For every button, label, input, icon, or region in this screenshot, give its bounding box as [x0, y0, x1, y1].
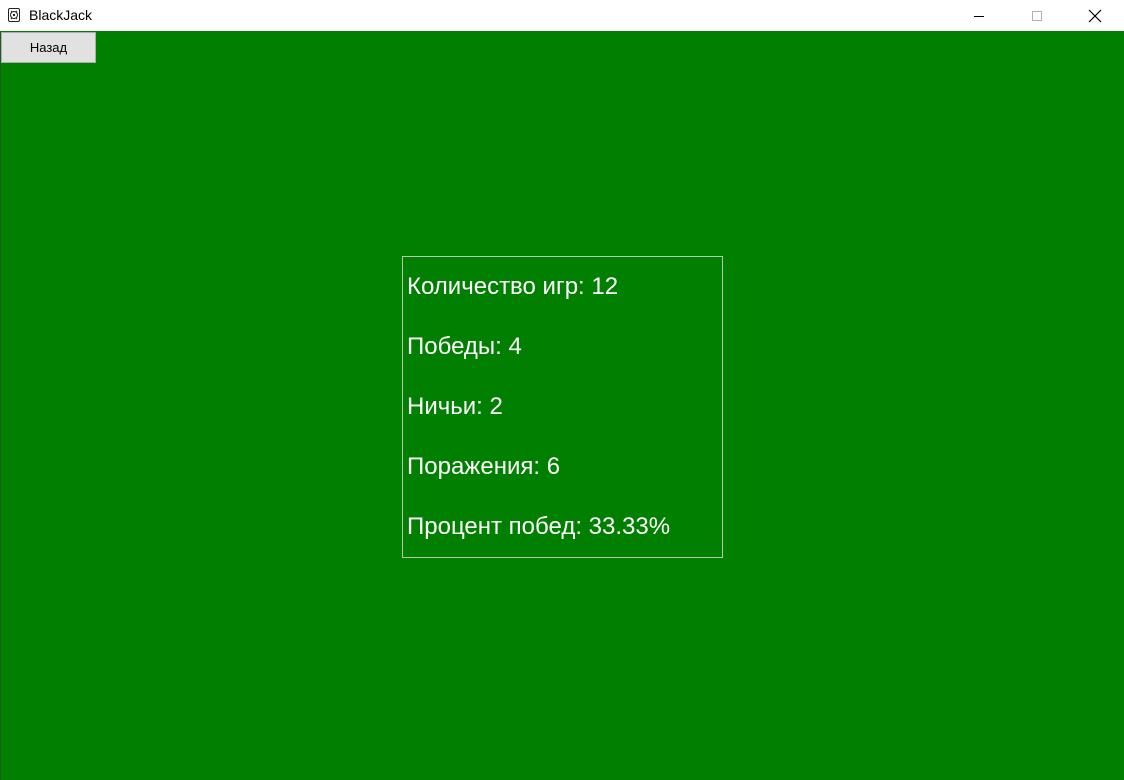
- games-count: Количество игр: 12: [407, 273, 619, 300]
- app-icon: [6, 7, 22, 23]
- minimize-icon: [974, 15, 984, 17]
- app-window: BlackJack Назад Количество игр: 12 Побед…: [0, 0, 1124, 780]
- stats-panel: Количество игр: 12 Победы: 4 Ничьи: 2 По…: [402, 256, 723, 558]
- window-title: BlackJack: [29, 7, 93, 23]
- maximize-icon: [1032, 10, 1042, 21]
- win-rate: Процент побед: 33.33%: [407, 513, 671, 540]
- close-button[interactable]: [1066, 0, 1124, 31]
- minimize-button[interactable]: [950, 0, 1008, 31]
- losses-count: Поражения: 6: [407, 453, 561, 480]
- back-button[interactable]: Назад: [1, 32, 96, 63]
- draws-count: Ничьи: 2: [407, 393, 503, 420]
- close-icon: [1088, 9, 1102, 22]
- maximize-button[interactable]: [1008, 0, 1066, 31]
- game-table: Назад Количество игр: 12 Победы: 4 Ничьи…: [0, 31, 1124, 780]
- title-bar[interactable]: BlackJack: [0, 0, 1124, 31]
- wins-count: Победы: 4: [407, 333, 522, 360]
